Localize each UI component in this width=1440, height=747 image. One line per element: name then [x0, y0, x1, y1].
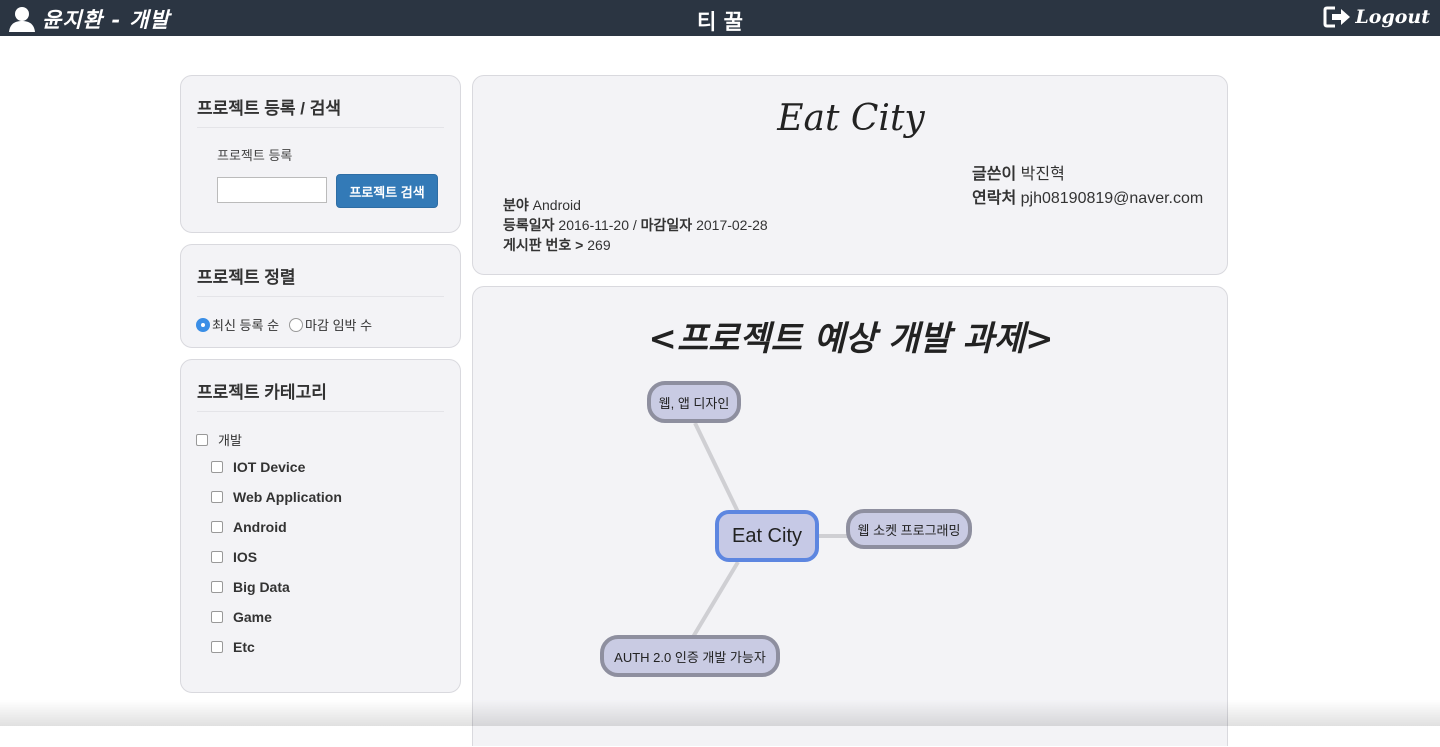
mindmap-panel: <프로젝트 예상 개발 과제> 웹, 앱 디자인 Eat City 웹 소켓 프… [472, 286, 1228, 746]
checkbox[interactable] [211, 641, 223, 653]
category-web[interactable]: Web Application [211, 489, 342, 505]
field-value: Android [532, 197, 581, 213]
category-ios[interactable]: IOS [211, 549, 257, 565]
panel-title: 프로젝트 정렬 [197, 268, 296, 287]
category-game[interactable]: Game [211, 609, 272, 625]
contact-row: 연락처 pjh08190819@naver.com [972, 184, 1203, 208]
divider [197, 411, 444, 412]
username-label: 윤지환 - 개발 [42, 7, 170, 32]
sort-option-label: 마감 임박 수 [305, 318, 373, 333]
category-label: 개발 [218, 433, 242, 448]
category-parent-dev[interactable]: 개발 [196, 430, 242, 449]
divider [197, 296, 444, 297]
logout-button[interactable]: Logout [1323, 5, 1430, 29]
brand-title: 티 꿀 [697, 9, 743, 34]
sort-option-latest[interactable]: 최신 등록 순 [196, 315, 279, 334]
category-label: Game [233, 609, 272, 625]
checkbox[interactable] [196, 433, 208, 446]
divider [197, 127, 444, 128]
project-sort-panel: 프로젝트 정렬 최신 등록 순 마감 임박 수 [180, 244, 461, 348]
checkbox[interactable] [211, 491, 223, 503]
mindmap-center-node[interactable]: Eat City [715, 510, 819, 562]
user-icon [9, 7, 35, 32]
top-navbar: 윤지환 - 개발 티 꿀 Logout [0, 0, 1440, 36]
sort-options: 최신 등록 순 마감 임박 수 [196, 315, 382, 334]
category-bigdata[interactable]: Big Data [211, 579, 290, 595]
project-info-panel: Eat City 글쓴이 박진혁 연락처 pjh08190819@naver.c… [472, 75, 1228, 275]
category-label: Etc [233, 639, 255, 655]
radio-checked[interactable] [196, 317, 210, 332]
logout-label: Logout [1355, 6, 1430, 28]
field-label: 분야 [503, 197, 529, 213]
category-android[interactable]: Android [211, 519, 287, 535]
board-label: 게시판 번호 > [503, 237, 584, 253]
category-etc[interactable]: Etc [211, 639, 255, 655]
writer-label: 글쓴이 [972, 166, 1017, 183]
category-label: Web Application [233, 489, 342, 505]
checkbox[interactable] [211, 551, 223, 563]
writer-value: 박진혁 [1020, 166, 1065, 183]
writer-row: 글쓴이 박진혁 [972, 160, 1065, 184]
logout-icon [1323, 6, 1351, 28]
checkbox[interactable] [211, 461, 223, 473]
project-search-input[interactable] [217, 177, 327, 203]
category-iot[interactable]: IOT Device [211, 459, 305, 475]
field-row: 분야 Android [503, 195, 581, 215]
contact-value: pjh08190819@naver.com [1020, 190, 1204, 207]
category-label: Android [233, 519, 287, 535]
category-label: Big Data [233, 579, 290, 595]
reg-date-label: 등록일자 [503, 217, 555, 233]
date-separator: / [632, 217, 637, 233]
contact-label: 연락처 [972, 190, 1017, 207]
panel-title: 프로젝트 등록 / 검색 [197, 99, 342, 118]
project-category-panel: 프로젝트 카테고리 개발 IOT Device Web Application … [180, 359, 461, 693]
register-label: 프로젝트 등록 [217, 148, 293, 163]
project-search-button[interactable]: 프로젝트 검색 [336, 174, 438, 208]
user-profile[interactable]: 윤지환 - 개발 [8, 4, 170, 34]
category-label: IOS [233, 549, 258, 565]
reg-date-value: 2016-11-20 [558, 217, 629, 233]
link-design [693, 422, 740, 513]
radio-unchecked[interactable] [289, 317, 304, 332]
checkbox[interactable] [211, 521, 223, 533]
board-number: 269 [587, 237, 611, 253]
sort-option-label: 최신 등록 순 [212, 318, 280, 333]
mindmap-node-design[interactable]: 웹, 앱 디자인 [647, 381, 741, 423]
link-auth [691, 560, 740, 639]
deadline-label: 마감일자 [640, 217, 693, 233]
date-row: 등록일자 2016-11-20 / 마감일자 2017-02-28 [503, 215, 768, 235]
project-title: Eat City [777, 98, 925, 139]
category-label: IOT Device [233, 459, 306, 475]
sort-option-deadline[interactable]: 마감 임박 수 [289, 315, 372, 334]
checkbox[interactable] [211, 611, 223, 623]
mindmap-node-websocket[interactable]: 웹 소켓 프로그래밍 [846, 509, 972, 549]
checkbox[interactable] [211, 581, 223, 593]
deadline-value: 2017-02-28 [696, 217, 768, 233]
mindmap-node-auth[interactable]: AUTH 2.0 인증 개발 가능자 [600, 635, 780, 677]
board-row: 게시판 번호 > 269 [503, 235, 611, 255]
project-register-search-panel: 프로젝트 등록 / 검색 프로젝트 등록 프로젝트 검색 [180, 75, 461, 233]
panel-title: 프로젝트 카테고리 [197, 383, 327, 402]
